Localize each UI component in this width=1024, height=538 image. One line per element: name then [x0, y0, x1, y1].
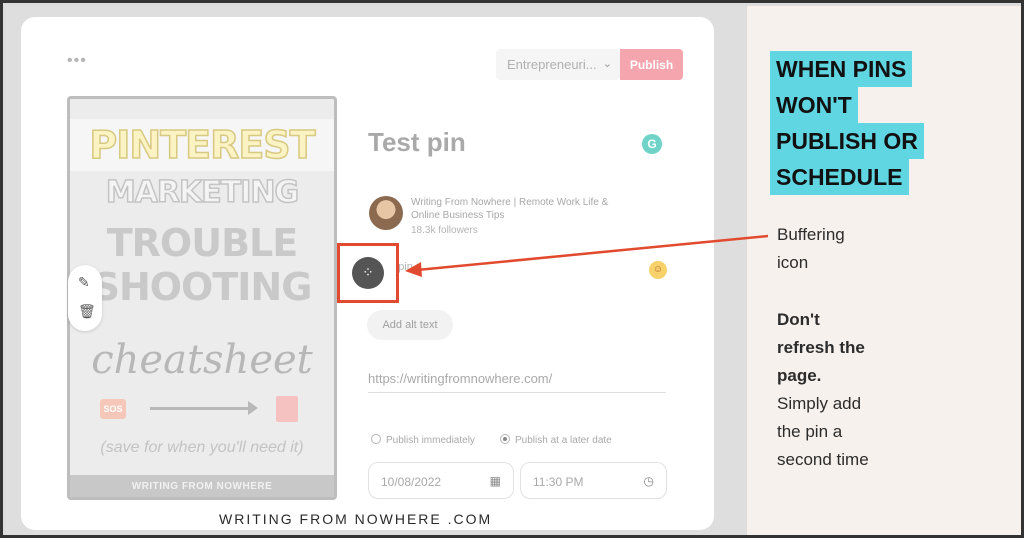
watermark: WRITING FROM NOWHERE .COM — [219, 511, 493, 527]
book-icon — [276, 396, 298, 422]
sos-badge: SOS — [100, 399, 126, 419]
tip-bold-1: Don't — [777, 310, 820, 329]
date-input[interactable]: 10/08/2022 ▦ — [368, 462, 514, 499]
buffer-label-2: icon — [777, 253, 809, 272]
tip-1: Simply add — [777, 394, 862, 413]
clock-icon: ◷ — [643, 474, 654, 488]
board-select-value: Entrepreneuri... — [507, 57, 597, 72]
pin-image[interactable]: PINTEREST MARKETING TROUBLE SHOOTING che… — [67, 96, 337, 500]
publish-later-option[interactable]: Publish at a later date — [500, 434, 612, 446]
arrow-icon — [150, 401, 258, 415]
headline-line: WHEN PINS — [770, 51, 913, 87]
publish-immediately-label: Publish immediately — [386, 435, 475, 446]
screenshot-frame: ••• Entrepreneuri... ⌄ Publish PINTEREST… — [0, 0, 1024, 538]
buffering-highlight-box: ⁘ — [337, 243, 399, 303]
headline-line: WON'T — [770, 87, 858, 123]
pin-image-line2: MARKETING — [105, 174, 300, 211]
image-edit-toolbar: ✎ 🗑 — [68, 265, 102, 331]
tip-bold-3: page. — [777, 366, 822, 385]
buffering-icon: ⁘ — [352, 257, 384, 289]
grammarly-icon[interactable]: G — [642, 134, 662, 154]
headline: WHEN PINS WON'T PUBLISH OR SCHEDULE — [770, 51, 924, 195]
divider — [368, 392, 666, 393]
pin-image-save-note: (save for when you'll need it) — [100, 439, 304, 456]
more-dots-icon[interactable]: ••• — [67, 53, 87, 69]
chevron-down-icon: ⌄ — [602, 58, 612, 70]
account-name: Writing From Nowhere | Remote Work Life … — [411, 197, 609, 221]
time-value: 11:30 PM — [533, 475, 584, 489]
headline-line: PUBLISH OR — [770, 123, 924, 159]
pin-image-line1: PINTEREST — [89, 122, 317, 168]
tip-bold-2: refresh the — [777, 338, 865, 357]
time-input[interactable]: 11:30 PM ◷ — [520, 462, 667, 499]
callout-arrow — [405, 234, 769, 277]
buffer-label-1: Buffering — [777, 225, 845, 244]
pin-image-line3: TROUBLE SHOOTING — [70, 221, 334, 309]
radio-selected-icon — [500, 434, 510, 444]
publish-immediately-option[interactable]: Publish immediately — [371, 434, 475, 446]
publish-button[interactable]: Publish — [620, 49, 683, 80]
trash-icon[interactable]: 🗑 — [78, 303, 96, 320]
pin-title-input[interactable]: Test pin — [368, 127, 466, 158]
tip-2: the pin a — [777, 422, 843, 441]
pin-image-script: cheatsheet — [91, 337, 313, 383]
pin-image-line4-text: SHOOTING — [92, 265, 313, 309]
pin-image-footer: WRITING FROM NOWHERE — [70, 475, 334, 497]
avatar — [369, 196, 403, 230]
pencil-icon[interactable]: ✎ — [78, 274, 90, 291]
headline-line: SCHEDULE — [770, 159, 909, 195]
date-value: 10/08/2022 — [381, 475, 442, 489]
radio-icon — [371, 434, 381, 444]
destination-link-input[interactable]: https://writingfromnowhere.com/ — [368, 371, 552, 386]
add-alt-text-button[interactable]: Add alt text — [367, 310, 453, 340]
publish-later-label: Publish at a later date — [515, 435, 612, 446]
board-select[interactable]: Entrepreneuri... ⌄ — [496, 49, 620, 80]
pin-image-line3-text: TROUBLE — [106, 221, 298, 265]
calendar-icon: ▦ — [489, 474, 501, 488]
tip-3: second time — [777, 450, 869, 469]
